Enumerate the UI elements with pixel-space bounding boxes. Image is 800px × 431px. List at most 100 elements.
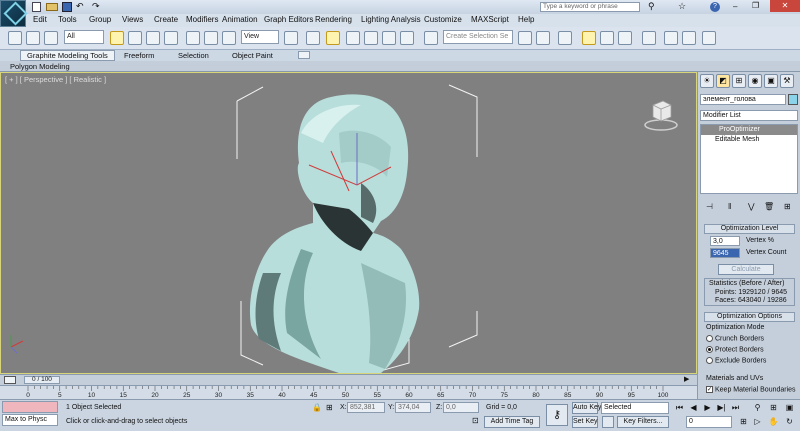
maximize-viewport-icon[interactable]: ▣ [784, 403, 795, 413]
current-frame-field[interactable]: 0 [686, 416, 732, 428]
app-logo[interactable] [0, 0, 26, 27]
vertex-percent-field[interactable]: 3,0 [710, 236, 740, 246]
graphite-toggle-icon[interactable] [582, 31, 596, 45]
perspective-viewport[interactable]: [ + ] [ Perspective ] [ Realistic ] [0, 72, 697, 374]
redo-icon[interactable]: ↷ [92, 1, 100, 12]
search-input[interactable]: Type a keyword or phrase [540, 2, 640, 12]
remove-modifier-icon[interactable]: 🗑 [764, 202, 774, 211]
help-icon[interactable]: ? [710, 2, 720, 12]
binoculars-icon[interactable]: ⚲ [648, 1, 655, 12]
menu-tools[interactable]: Tools [58, 15, 77, 24]
crunch-borders-radio[interactable]: Crunch Borders [706, 335, 764, 342]
configure-sets-icon[interactable]: ⊞ [784, 202, 791, 211]
maxscript-listener[interactable]: Max to Physc [2, 414, 58, 426]
viewcube-icon[interactable] [641, 93, 681, 133]
keep-material-boundaries-checkbox[interactable]: ✓ Keep Material Boundaries [706, 386, 796, 393]
key-mode-dropdown[interactable]: Selected [601, 402, 669, 414]
pivot-center-icon[interactable] [284, 31, 298, 45]
rendered-frame-icon[interactable] [682, 31, 696, 45]
z-coordinate-field[interactable]: 0,0 [443, 402, 479, 413]
menu-views[interactable]: Views [122, 15, 143, 24]
calculate-button[interactable]: Calculate [718, 264, 774, 275]
absolute-mode-icon[interactable]: ⊞ [326, 403, 333, 412]
pin-stack-icon[interactable]: ⊣ [706, 202, 713, 211]
set-key-button[interactable]: Set Key [572, 416, 598, 428]
open-folder-icon[interactable] [46, 3, 58, 11]
pan-icon[interactable]: ✋ [768, 417, 779, 427]
hierarchy-tab-icon[interactable]: ⊞ [732, 74, 746, 88]
menu-customize[interactable]: Customize [424, 15, 462, 24]
selection-filter-dropdown[interactable]: All [64, 30, 104, 44]
schematic-view-icon[interactable] [618, 31, 632, 45]
render-setup-icon[interactable] [664, 31, 678, 45]
snap-toggle-icon[interactable] [346, 31, 360, 45]
unlink-icon[interactable] [26, 31, 40, 45]
new-file-icon[interactable] [32, 2, 41, 12]
exclude-borders-radio[interactable]: Exclude Borders [706, 357, 766, 364]
time-config-icon[interactable]: ⊞ [738, 417, 749, 427]
utilities-tab-icon[interactable]: ⚒ [780, 74, 794, 88]
mirror-icon[interactable] [518, 31, 532, 45]
star-icon[interactable]: ☆ [678, 1, 686, 12]
zoom-icon[interactable]: ⚲ [752, 403, 763, 413]
lock-selection-icon[interactable]: 🔒 [312, 403, 322, 412]
layer-manager-icon[interactable] [558, 31, 572, 45]
window-crossing-icon[interactable] [164, 31, 178, 45]
go-to-end-icon[interactable]: ⏭ [730, 403, 741, 413]
restore-icon[interactable]: ❐ [752, 1, 759, 10]
undo-icon[interactable]: ↶ [76, 1, 84, 12]
x-coordinate-field[interactable]: 852,381 [347, 402, 385, 413]
modifier-stack-item[interactable]: Editable Mesh [701, 135, 797, 145]
play-icon[interactable]: ▶ [702, 403, 713, 413]
tab-graphite-modeling-tools[interactable]: Graphite Modeling Tools [20, 50, 115, 61]
menu-modifiers[interactable]: Modifiers [186, 15, 218, 24]
link-icon[interactable] [8, 31, 22, 45]
key-mode-icon[interactable] [602, 416, 614, 428]
menu-edit[interactable]: Edit [33, 15, 47, 24]
optimization-options-rollout[interactable]: Optimization Options [704, 312, 795, 322]
add-time-tag-button[interactable]: Add Time Tag [484, 416, 540, 428]
save-icon[interactable] [62, 2, 72, 12]
angle-snap-icon[interactable] [364, 31, 378, 45]
select-by-name-icon[interactable] [128, 31, 142, 45]
menu-help[interactable]: Help [518, 15, 534, 24]
bind-spacewarp-icon[interactable] [44, 31, 58, 45]
menu-group[interactable]: Group [89, 15, 111, 24]
y-coordinate-field[interactable]: 374,04 [395, 402, 431, 413]
modifier-list-dropdown[interactable]: Modifier List [700, 110, 798, 121]
scale-icon[interactable] [222, 31, 236, 45]
modify-tab-icon[interactable]: ◩ [716, 74, 730, 88]
track-bar[interactable]: 0 5 10 15 20 25 30 35 40 45 50 55 60 65 70 75 80 85 90 95 10… [0, 385, 697, 399]
percent-snap-icon[interactable] [382, 31, 396, 45]
maxscript-mini-listener[interactable] [2, 401, 58, 413]
tab-object-paint[interactable]: Object Paint [232, 51, 273, 60]
show-end-result-icon[interactable]: ‖ [728, 202, 731, 211]
next-frame-icon[interactable]: ▶| [716, 403, 727, 413]
orbit-icon[interactable]: ↻ [784, 417, 795, 427]
named-selection-input[interactable]: Create Selection Se [443, 30, 513, 44]
minimize-icon[interactable]: – [733, 2, 737, 11]
rectangle-selection-icon[interactable] [146, 31, 160, 45]
set-key-icon[interactable]: ⚷ [546, 404, 568, 426]
ribbon-options-icon[interactable] [298, 51, 310, 59]
auto-key-button[interactable]: Auto Key [572, 402, 601, 414]
time-slider[interactable]: 0 / 100 ▶ [0, 374, 697, 385]
zoom-all-icon[interactable]: ⊞ [768, 403, 779, 413]
tab-freeform[interactable]: Freeform [124, 51, 154, 60]
curve-editor-icon[interactable] [600, 31, 614, 45]
previous-frame-icon[interactable]: ◀ [688, 403, 699, 413]
display-tab-icon[interactable]: ▣ [764, 74, 778, 88]
create-tab-icon[interactable]: ☀ [700, 74, 714, 88]
slider-right-arrow[interactable]: ▶ [684, 375, 689, 383]
go-to-start-icon[interactable]: ⏮ [674, 403, 685, 413]
material-editor-icon[interactable] [642, 31, 656, 45]
protect-borders-radio[interactable]: Protect Borders [706, 346, 764, 353]
time-tag-icon[interactable]: ⊡ [472, 416, 479, 425]
time-configuration-icon[interactable] [4, 376, 16, 384]
rotate-icon[interactable] [204, 31, 218, 45]
vertex-count-field[interactable]: 9645 [710, 248, 740, 258]
time-slider-thumb[interactable]: 0 / 100 [24, 376, 60, 384]
tab-selection[interactable]: Selection [178, 51, 209, 60]
menu-lighting-analysis[interactable]: Lighting Analysis [361, 15, 421, 24]
edit-named-selection-icon[interactable] [424, 31, 438, 45]
